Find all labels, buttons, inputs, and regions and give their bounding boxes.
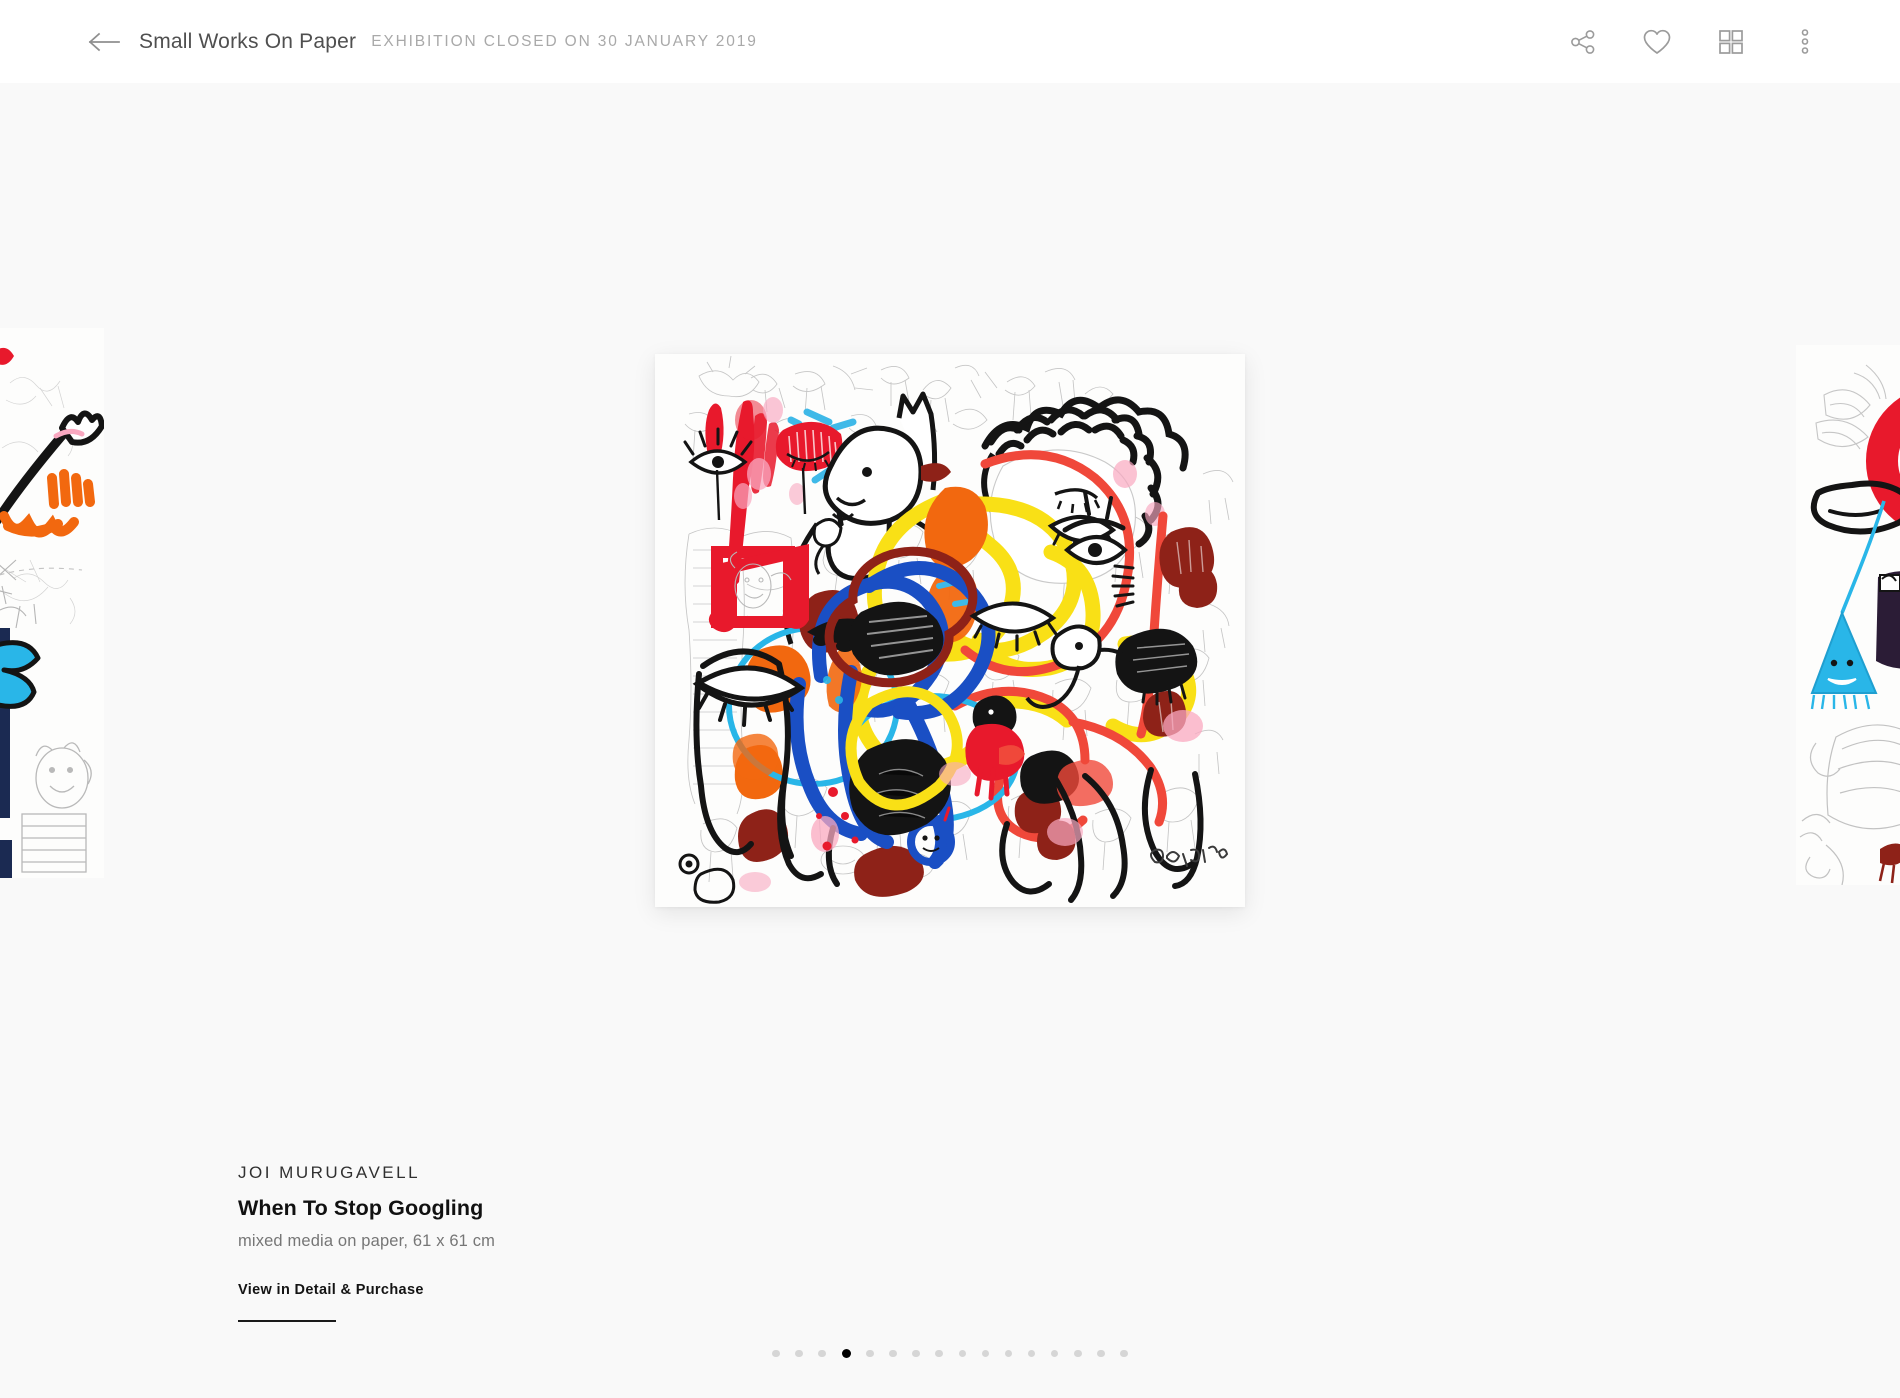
top-header-bar: Small Works On Paper EXHIBITION CLOSED O… xyxy=(0,0,1900,83)
exhibition-title[interactable]: Small Works On Paper xyxy=(139,30,356,54)
pagination-dot[interactable] xyxy=(1074,1349,1082,1358)
current-artwork-image[interactable] xyxy=(655,353,1245,907)
pagination-dot-active[interactable] xyxy=(841,1349,851,1358)
pagination-dot[interactable] xyxy=(818,1349,826,1358)
pagination-dot[interactable] xyxy=(1050,1349,1059,1358)
previous-artwork-preview[interactable] xyxy=(0,328,104,878)
more-menu-icon[interactable] xyxy=(1783,20,1827,64)
pagination-dot[interactable] xyxy=(958,1349,967,1358)
artwork-caption: JOI MURUGAVELL When To Stop Googling mix… xyxy=(238,1163,495,1322)
pagination-dot[interactable] xyxy=(935,1349,943,1358)
artwork-canvas xyxy=(655,353,1245,907)
pagination-dot[interactable] xyxy=(866,1349,874,1358)
header-action-group xyxy=(1561,20,1900,64)
pagination-dot[interactable] xyxy=(1097,1349,1105,1358)
exhibition-status-text: EXHIBITION CLOSED ON 30 JANUARY 2019 xyxy=(371,32,758,50)
carousel-pagination[interactable] xyxy=(0,1349,1900,1358)
pagination-dot[interactable] xyxy=(912,1349,920,1358)
next-artwork-preview[interactable] xyxy=(1796,345,1900,885)
header-left-group: Small Works On Paper EXHIBITION CLOSED O… xyxy=(0,29,758,55)
pagination-dot[interactable] xyxy=(795,1349,803,1358)
artwork-artist-name[interactable]: JOI MURUGAVELL xyxy=(238,1163,495,1183)
pagination-dot[interactable] xyxy=(1004,1349,1013,1358)
back-arrow-icon[interactable] xyxy=(85,29,127,55)
pagination-dot[interactable] xyxy=(889,1349,897,1358)
artwork-title: When To Stop Googling xyxy=(238,1196,484,1220)
pagination-dot[interactable] xyxy=(1120,1349,1128,1358)
artwork-medium: mixed media on paper, 61 x 61 cm xyxy=(238,1232,496,1250)
share-icon[interactable] xyxy=(1561,20,1605,64)
artwork-viewer-stage xyxy=(0,83,1900,1163)
view-in-detail-and-purchase-link[interactable]: View in Detail & Purchase xyxy=(238,1282,424,1298)
pagination-dot[interactable] xyxy=(981,1349,990,1358)
caption-divider-rule xyxy=(238,1320,336,1322)
pagination-dot[interactable] xyxy=(1027,1349,1036,1358)
heart-icon[interactable] xyxy=(1635,20,1679,64)
pagination-dot[interactable] xyxy=(772,1349,780,1358)
grid-view-icon[interactable] xyxy=(1709,20,1753,64)
